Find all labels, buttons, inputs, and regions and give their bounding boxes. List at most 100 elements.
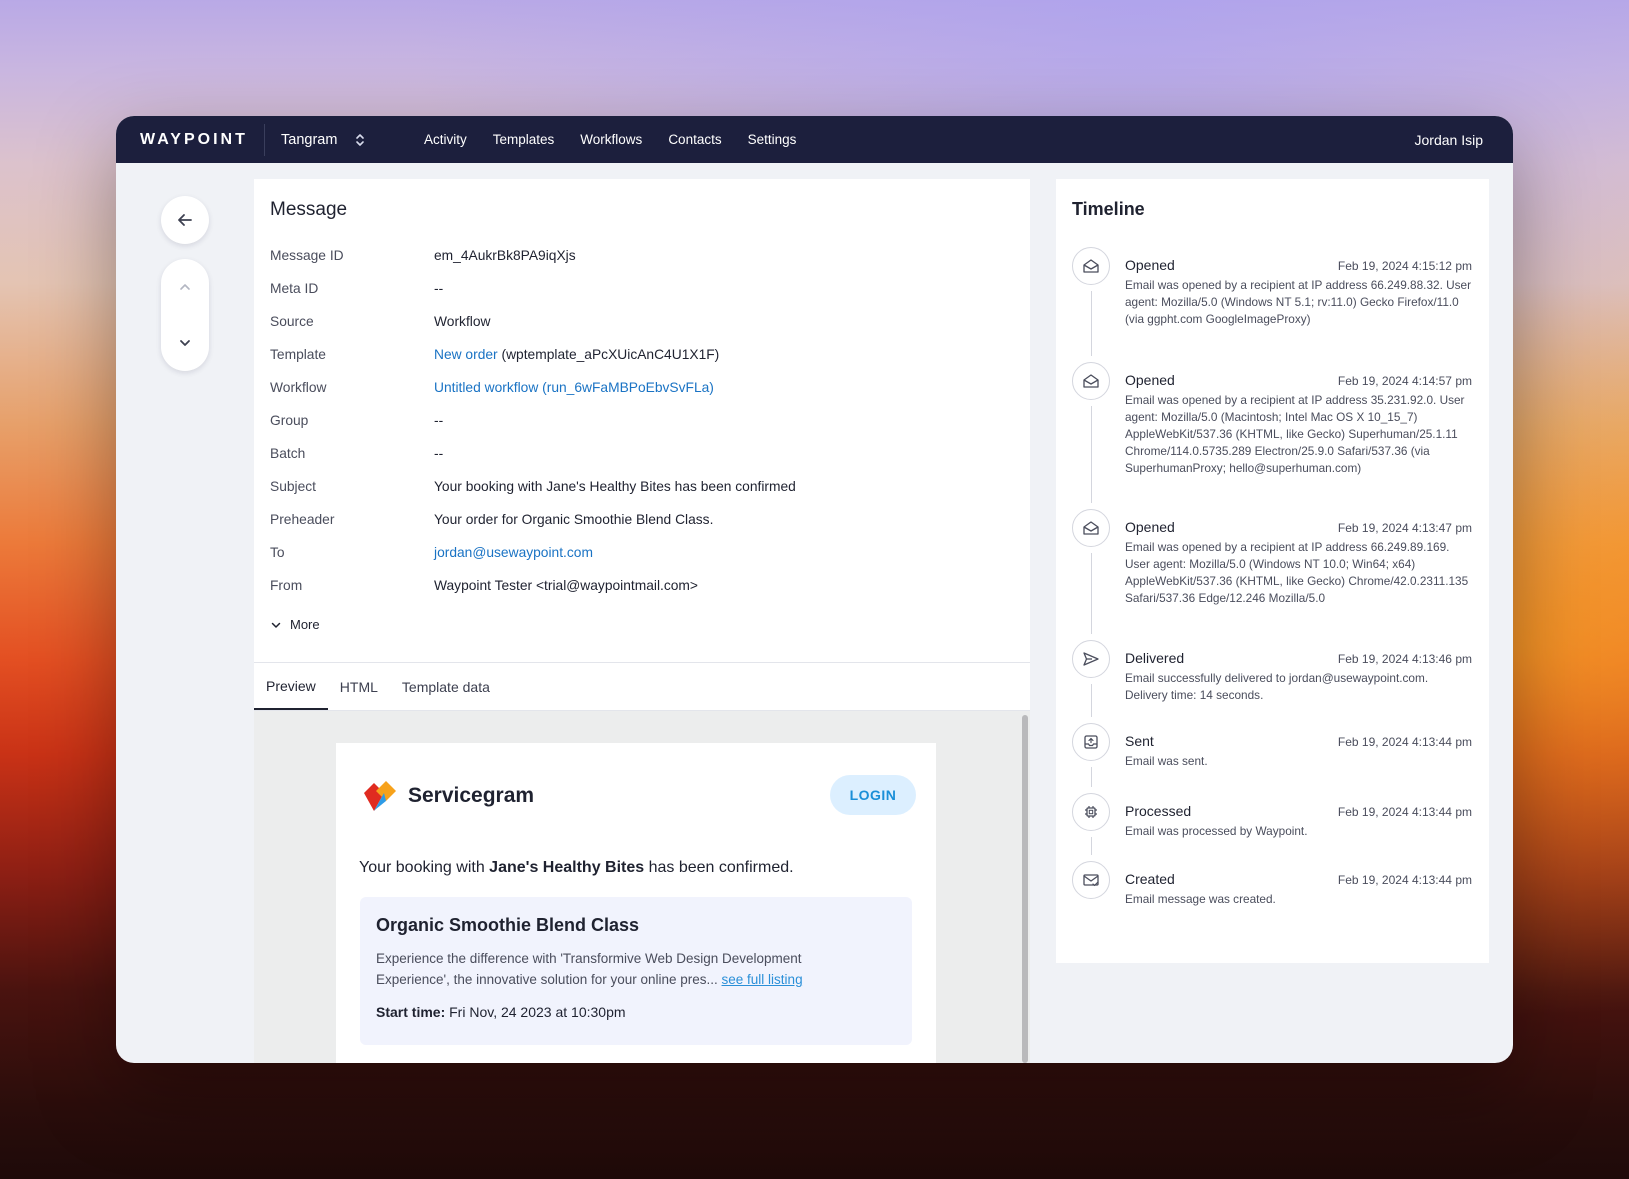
chevron-up-icon: [180, 284, 190, 290]
detail-value: em_4AukrBk8PA9iqXjs: [434, 248, 576, 263]
event-time: Feb 19, 2024 4:13:46 pm: [1337, 652, 1472, 666]
event-description: Email successfully delivered to jordan@u…: [1125, 671, 1429, 702]
booking-start-time: Start time: Fri Nov, 24 2023 at 10:30pm: [376, 1004, 896, 1020]
chevron-down-icon: [271, 622, 281, 628]
timeline-connector: [1091, 767, 1092, 787]
detail-label: Workflow: [270, 380, 327, 395]
preview-scrollbar[interactable]: [1022, 715, 1028, 1063]
event-time: Feb 19, 2024 4:13:44 pm: [1337, 873, 1472, 887]
event-time: Feb 19, 2024 4:13:47 pm: [1337, 521, 1472, 535]
detail-label: Message ID: [270, 248, 344, 263]
template-link[interactable]: New order: [434, 347, 498, 362]
timeline-content: Processed Feb 19, 2024 4:13:44 pm Email …: [1125, 793, 1472, 861]
headline-text: Your booking with: [359, 859, 490, 876]
timeline-connector: [1091, 553, 1092, 634]
workspace-selector[interactable]: Tangram: [265, 132, 405, 148]
paren-close: ): [709, 380, 714, 395]
timeline-connector: [1091, 684, 1092, 717]
timeline-connector: [1091, 291, 1092, 356]
timeline-content: Delivered Feb 19, 2024 4:13:46 pm Email …: [1125, 640, 1472, 723]
detail-row-subject: Subject Your booking with Jane's Healthy…: [270, 470, 1010, 503]
detail-value: --: [434, 281, 444, 296]
nav-workflows[interactable]: Workflows: [567, 132, 655, 147]
nav-templates[interactable]: Templates: [480, 132, 568, 147]
event-name: Processed: [1125, 803, 1192, 819]
next-message-button[interactable]: [178, 336, 192, 350]
logo-text: Servicegram: [408, 784, 535, 807]
event-name: Delivered: [1125, 650, 1185, 666]
previous-message-button[interactable]: [178, 280, 192, 294]
detail-row-meta-id: Meta ID --: [270, 272, 1010, 305]
timeline-rail: [1072, 247, 1125, 362]
detail-label: Group: [270, 413, 309, 428]
user-menu[interactable]: Jordan Isip: [1415, 132, 1483, 148]
email-login-button[interactable]: LOGIN: [830, 775, 916, 815]
more-toggle[interactable]: More: [270, 617, 320, 632]
message-details: Message ID em_4AukrBk8PA9iqXjs Meta ID -…: [270, 239, 1010, 602]
event-description: Email message was created.: [1125, 892, 1276, 906]
preview-tabs: Preview HTML Template data: [254, 663, 1030, 711]
timeline-rail: [1072, 362, 1125, 509]
workflow-run-link[interactable]: run_6wFaMBPoEbvSvFLa: [547, 380, 710, 395]
booking-title: Organic Smoothie Blend Class: [376, 915, 640, 935]
detail-row-to: To jordan@usewaypoint.com: [270, 536, 1010, 569]
event-name: Opened: [1125, 257, 1175, 273]
servicegram-logo-icon: [364, 781, 396, 811]
nav-activity[interactable]: Activity: [411, 132, 480, 147]
timeline-rail: [1072, 723, 1125, 793]
detail-label: Template: [270, 347, 326, 362]
nav-settings[interactable]: Settings: [735, 132, 810, 147]
timeline-item: Delivered Feb 19, 2024 4:13:46 pm Email …: [1072, 640, 1472, 723]
tab-preview[interactable]: Preview: [254, 663, 328, 710]
event-description: Email was processed by Waypoint.: [1125, 824, 1308, 838]
prev-next-controls: [161, 259, 209, 371]
detail-row-message-id: Message ID em_4AukrBk8PA9iqXjs: [270, 239, 1010, 272]
detail-row-group: Group --: [270, 404, 1010, 437]
envelope-check-icon: [1072, 861, 1110, 899]
event-name: Sent: [1125, 733, 1154, 749]
detail-value: Your booking with Jane's Healthy Bites h…: [434, 479, 796, 494]
detail-row-workflow: Workflow Untitled workflow (run_6wFaMBPo…: [270, 371, 1010, 404]
start-time-value: Fri Nov, 24 2023 at 10:30pm: [445, 1004, 626, 1020]
back-button[interactable]: [161, 196, 209, 244]
see-full-listing-link[interactable]: see full listing: [722, 972, 803, 987]
timeline-header: Created Feb 19, 2024 4:13:44 pm: [1125, 871, 1472, 887]
workflow-link[interactable]: Untitled workflow: [434, 380, 538, 395]
event-time: Feb 19, 2024 4:13:44 pm: [1337, 805, 1472, 819]
timeline-connector: [1091, 406, 1092, 503]
servicegram-logo: Servicegram: [362, 779, 534, 813]
timeline-content: Opened Feb 19, 2024 4:15:12 pm Email was…: [1125, 247, 1472, 362]
detail-label: To: [270, 545, 285, 560]
timeline-content: Opened Feb 19, 2024 4:13:47 pm Email was…: [1125, 509, 1472, 640]
event-name: Opened: [1125, 372, 1175, 388]
tab-template-data[interactable]: Template data: [390, 663, 502, 710]
event-time: Feb 19, 2024 4:15:12 pm: [1337, 259, 1472, 273]
booking-description: Experience the difference with 'Transfor…: [376, 948, 846, 990]
timeline-item: Opened Feb 19, 2024 4:13:47 pm Email was…: [1072, 509, 1472, 640]
email-preview: Servicegram LOGIN Your booking with Jane…: [336, 743, 936, 1063]
message-title: Message: [270, 199, 348, 220]
event-description: Email was opened by a recipient at IP ad…: [1125, 540, 1469, 605]
detail-label: Batch: [270, 446, 306, 461]
timeline-rail: [1072, 640, 1125, 723]
timeline-content: Sent Feb 19, 2024 4:13:44 pm Email was s…: [1125, 723, 1472, 793]
detail-value: Your order for Organic Smoothie Blend Cl…: [434, 512, 714, 527]
arrow-left-icon: [178, 214, 192, 226]
timeline-header: Delivered Feb 19, 2024 4:13:46 pm: [1125, 650, 1472, 666]
tab-html[interactable]: HTML: [328, 663, 390, 710]
nav-contacts[interactable]: Contacts: [655, 132, 734, 147]
detail-row-preheader: Preheader Your order for Organic Smoothi…: [270, 503, 1010, 536]
timeline-header: Processed Feb 19, 2024 4:13:44 pm: [1125, 803, 1472, 819]
outbox-icon: [1072, 723, 1110, 761]
timeline-item: Sent Feb 19, 2024 4:13:44 pm Email was s…: [1072, 723, 1472, 793]
detail-row-source: Source Workflow: [270, 305, 1010, 338]
timeline-content: Opened Feb 19, 2024 4:14:57 pm Email was…: [1125, 362, 1472, 509]
detail-label: Subject: [270, 479, 317, 494]
timeline-rail: [1072, 509, 1125, 640]
brand-logo[interactable]: WAYPOINT: [116, 131, 264, 149]
chip-icon: [1072, 793, 1110, 831]
timeline-list: Opened Feb 19, 2024 4:15:12 pm Email was…: [1072, 247, 1472, 921]
timeline-item: Opened Feb 19, 2024 4:14:57 pm Email was…: [1072, 362, 1472, 509]
timeline-header: Opened Feb 19, 2024 4:13:47 pm: [1125, 519, 1472, 535]
recipient-email-link[interactable]: jordan@usewaypoint.com: [434, 545, 593, 560]
